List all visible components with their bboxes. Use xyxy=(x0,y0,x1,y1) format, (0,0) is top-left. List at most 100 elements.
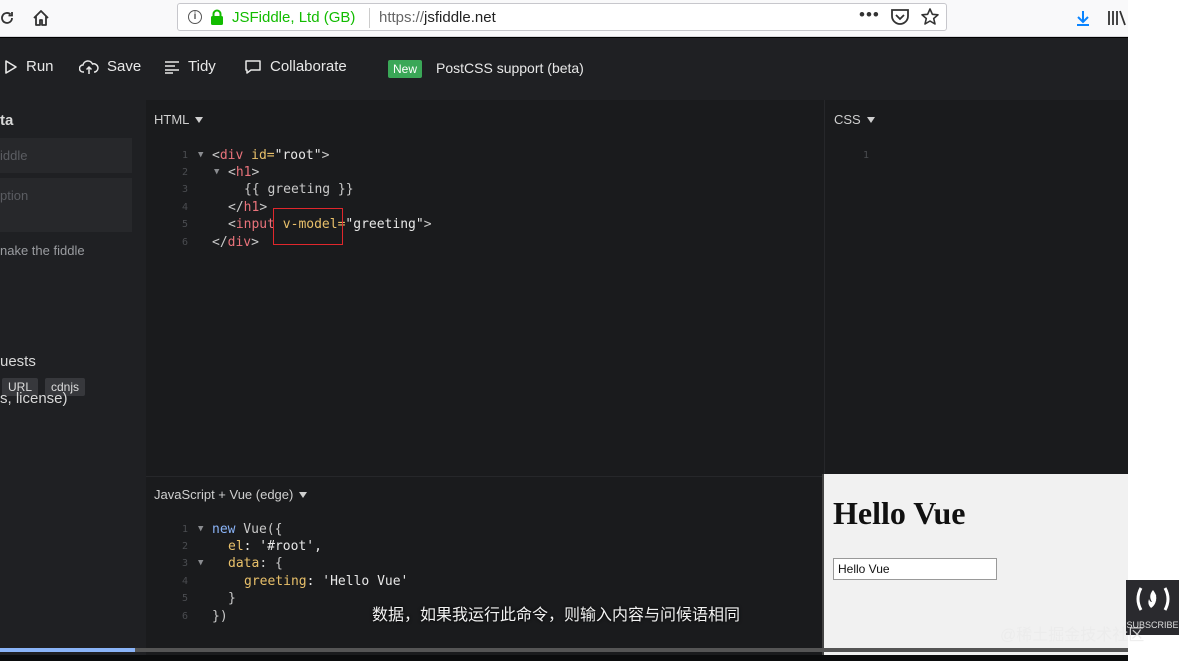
line-number: 1 xyxy=(181,524,188,535)
browser-toolbar: i JSFiddle, Ltd (GB) https://jsfiddle.ne… xyxy=(0,0,1128,37)
postcss-announcement-link[interactable]: PostCSS support (beta) xyxy=(436,60,584,76)
site-info-icon[interactable]: i xyxy=(188,10,202,24)
reload-icon[interactable] xyxy=(0,7,18,29)
css-panel-title: CSS xyxy=(834,112,861,127)
code-token: greeting xyxy=(244,574,307,589)
code-token: > xyxy=(423,217,432,232)
code-token: > xyxy=(259,200,268,215)
css-editor-panel[interactable]: CSS 1 xyxy=(824,100,1128,474)
download-icon[interactable] xyxy=(1072,7,1094,29)
code-token: < xyxy=(228,217,236,232)
code-token: < xyxy=(228,165,236,180)
css-panel-label[interactable]: CSS xyxy=(834,112,875,127)
tidy-label: Tidy xyxy=(188,58,216,75)
code-token: </ xyxy=(212,235,228,250)
code-token: div xyxy=(219,148,244,163)
code-token: > xyxy=(251,165,260,180)
fiddle-description-placeholder: ption xyxy=(0,188,29,203)
library-icon[interactable] xyxy=(1106,7,1128,29)
save-button[interactable]: Save xyxy=(79,58,141,75)
lock-icon[interactable] xyxy=(210,9,224,31)
code-token: h1 xyxy=(243,200,260,215)
html-editor-panel[interactable]: HTML 1 2 3 4 5 6 ▼ ▼ <div id="root"> <h1… xyxy=(146,100,822,474)
fiddle-description-input[interactable]: ption xyxy=(0,178,132,232)
code-token: h1 xyxy=(235,165,252,180)
save-label: Save xyxy=(107,58,142,75)
tidy-button[interactable]: Tidy xyxy=(164,58,216,75)
align-lines-icon xyxy=(165,60,179,74)
js-panel-label[interactable]: JavaScript + Vue (edge) xyxy=(154,487,308,502)
make-fiddle-hint: nake the fiddle xyxy=(0,243,85,258)
page-actions-icon[interactable]: ••• xyxy=(859,5,880,25)
line-number: 6 xyxy=(181,611,188,622)
code-token: new xyxy=(212,522,236,537)
collaborate-button[interactable]: Collaborate xyxy=(244,58,347,75)
url-text[interactable]: https://jsfiddle.net xyxy=(379,9,496,26)
video-progress-bar[interactable] xyxy=(0,648,1128,652)
highlight-annotation-box xyxy=(273,208,343,245)
sidebar-item-requests[interactable]: uests xyxy=(0,353,36,370)
play-icon xyxy=(5,59,17,74)
editor-toolbar: Run Save Tidy Collaborate New PostCSS su… xyxy=(0,38,1128,100)
code-token: : { xyxy=(259,556,283,571)
code-token: : 'Hello Vue' xyxy=(306,574,409,589)
code-token: {{ greeting }} xyxy=(244,182,354,197)
code-token: el xyxy=(228,539,244,554)
html-panel-label[interactable]: HTML xyxy=(154,112,204,127)
line-number: 2 xyxy=(181,541,188,552)
bookmark-star-icon[interactable] xyxy=(920,7,940,32)
line-number: 4 xyxy=(181,202,188,213)
home-icon[interactable] xyxy=(30,7,52,29)
fold-arrow-icon[interactable]: ▼ xyxy=(198,558,203,568)
watermark: @稀土掘金技术社区 xyxy=(1000,627,1145,644)
fiddle-meta-sidebar: ta iddle ption nake the fiddle URL cdnjs… xyxy=(0,100,146,661)
code-token: Vue({ xyxy=(235,522,283,537)
result-heading: Hello Vue xyxy=(833,495,966,531)
cloud-upload-icon xyxy=(79,59,99,74)
code-token: </ xyxy=(228,200,244,215)
dropdown-caret-icon xyxy=(866,116,875,123)
code-token: div xyxy=(227,235,252,250)
line-number: 1 xyxy=(862,150,869,161)
result-greeting-input[interactable] xyxy=(833,558,997,580)
code-token: > xyxy=(321,148,330,163)
line-number: 5 xyxy=(181,219,188,230)
fold-arrow-icon[interactable]: ▼ xyxy=(198,150,203,160)
code-token: input xyxy=(235,217,275,232)
fold-arrow-icon[interactable]: ▼ xyxy=(198,524,203,534)
chat-bubble-icon xyxy=(245,59,261,74)
dropdown-caret-icon xyxy=(299,491,308,498)
new-badge: New xyxy=(388,60,423,78)
sidebar-heading: ta xyxy=(0,112,14,129)
code-token: "greeting" xyxy=(345,217,424,232)
js-panel-title: JavaScript + Vue (edge) xyxy=(154,487,294,502)
run-label: Run xyxy=(26,58,54,75)
video-controls-strip xyxy=(0,655,1128,661)
fold-arrow-icon[interactable]: ▼ xyxy=(214,167,219,177)
run-button[interactable]: Run xyxy=(4,58,54,75)
code-token: : '#root', xyxy=(243,539,322,554)
fiddle-title-input[interactable]: iddle xyxy=(0,138,132,173)
sidebar-item-license[interactable]: s, license) xyxy=(0,390,68,407)
line-number: 1 xyxy=(181,150,188,161)
fiddle-title-placeholder: iddle xyxy=(0,148,28,163)
collaborate-label: Collaborate xyxy=(270,58,347,75)
code-token: > xyxy=(251,235,259,250)
code-token: } xyxy=(228,591,236,606)
video-progress-fill xyxy=(0,648,136,652)
line-number: 6 xyxy=(181,237,188,248)
code-token: }) xyxy=(212,609,228,624)
pocket-icon[interactable] xyxy=(890,8,910,31)
line-number: 2 xyxy=(181,167,188,178)
flame-icon xyxy=(1136,587,1169,611)
url-scheme: https:// xyxy=(379,9,425,26)
js-editor-panel[interactable]: JavaScript + Vue (edge) 1 2 3 4 5 6 ▼ ▼ … xyxy=(146,476,822,661)
code-token: id= xyxy=(243,148,275,163)
url-host: jsfiddle.net xyxy=(424,9,496,26)
site-identity: JSFiddle, Ltd (GB) xyxy=(232,9,356,26)
html-panel-title: HTML xyxy=(154,112,190,127)
video-subtitle: 数据，如果我运行此命令，则输入内容与问候语相同 xyxy=(372,607,741,624)
code-token: < xyxy=(212,148,220,163)
line-number: 5 xyxy=(181,593,188,604)
address-bar[interactable]: i JSFiddle, Ltd (GB) https://jsfiddle.ne… xyxy=(177,3,947,31)
